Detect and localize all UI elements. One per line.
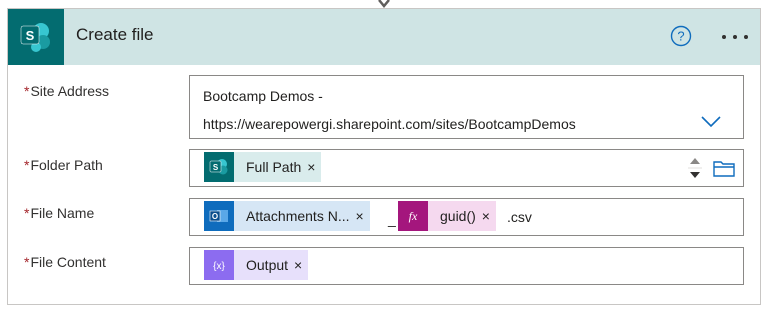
site-address-value-line1: Bootcamp Demos - [203, 88, 323, 104]
file-content-label: *File Content [24, 254, 106, 270]
token-guid-expression[interactable]: fx guid() × [398, 201, 496, 231]
svg-text:{x}: {x} [213, 261, 225, 272]
variable-icon: {x} [204, 250, 234, 280]
app-icon-letter: S [26, 28, 35, 43]
site-address-dropdown[interactable]: Bootcamp Demos - https://wearepowergi.sh… [189, 75, 744, 139]
remove-token-button[interactable]: × [355, 208, 369, 224]
folder-path-label-text: Folder Path [30, 157, 103, 173]
sharepoint-icon: S [204, 152, 234, 182]
file-name-label: *File Name [24, 205, 94, 221]
folder-path-label: *Folder Path [24, 157, 103, 173]
action-title: Create file [76, 25, 154, 44]
token-label: Attachments N... [246, 208, 350, 224]
connector-arrow-icon [378, 0, 390, 8]
remove-token-button[interactable]: × [307, 159, 321, 175]
required-mark: * [24, 83, 30, 99]
remove-token-button[interactable]: × [294, 257, 308, 273]
scroll-spinner[interactable] [686, 152, 704, 184]
folder-icon[interactable] [712, 158, 736, 178]
required-mark: * [24, 205, 30, 221]
file-extension-text: .csv [507, 209, 532, 225]
required-mark: * [24, 254, 30, 270]
svg-text:S: S [213, 163, 219, 172]
sharepoint-app-icon: S [8, 9, 64, 65]
token-attachments-name[interactable]: O Attachments N... × [204, 201, 370, 231]
help-circle-icon[interactable]: ? [670, 25, 692, 47]
token-full-path[interactable]: S Full Path × [204, 152, 322, 182]
separator-text: _ [388, 211, 396, 227]
token-label: guid() [440, 208, 476, 224]
svg-text:?: ? [677, 29, 684, 44]
more-horizontal-icon[interactable] [720, 34, 750, 40]
file-name-label-text: File Name [30, 205, 95, 221]
svg-text:fx: fx [409, 209, 418, 223]
svg-text:O: O [212, 212, 218, 221]
expression-fx-icon: fx [398, 201, 428, 231]
file-content-label-text: File Content [30, 254, 106, 270]
file-content-input[interactable]: {x} Output × [189, 247, 744, 285]
token-label: Full Path [246, 159, 302, 175]
folder-path-input[interactable]: S Full Path × [189, 149, 744, 187]
site-address-value-line2: https://wearepowergi.sharepoint.com/site… [203, 116, 576, 132]
token-output[interactable]: {x} Output × [204, 250, 309, 280]
outlook-icon: O [204, 201, 234, 231]
action-header[interactable]: S Create file ? [8, 9, 760, 65]
site-address-label: *Site Address [24, 83, 109, 99]
required-mark: * [24, 157, 30, 173]
create-file-action-card: S Create file ? *Site Address Bootcamp D… [7, 8, 761, 305]
file-name-input[interactable]: O Attachments N... × _ fx guid() × .csv [189, 198, 744, 236]
token-label: Output [246, 257, 289, 273]
remove-token-button[interactable]: × [482, 208, 496, 224]
chevron-down-icon[interactable] [701, 116, 721, 128]
site-address-label-text: Site Address [30, 83, 110, 99]
